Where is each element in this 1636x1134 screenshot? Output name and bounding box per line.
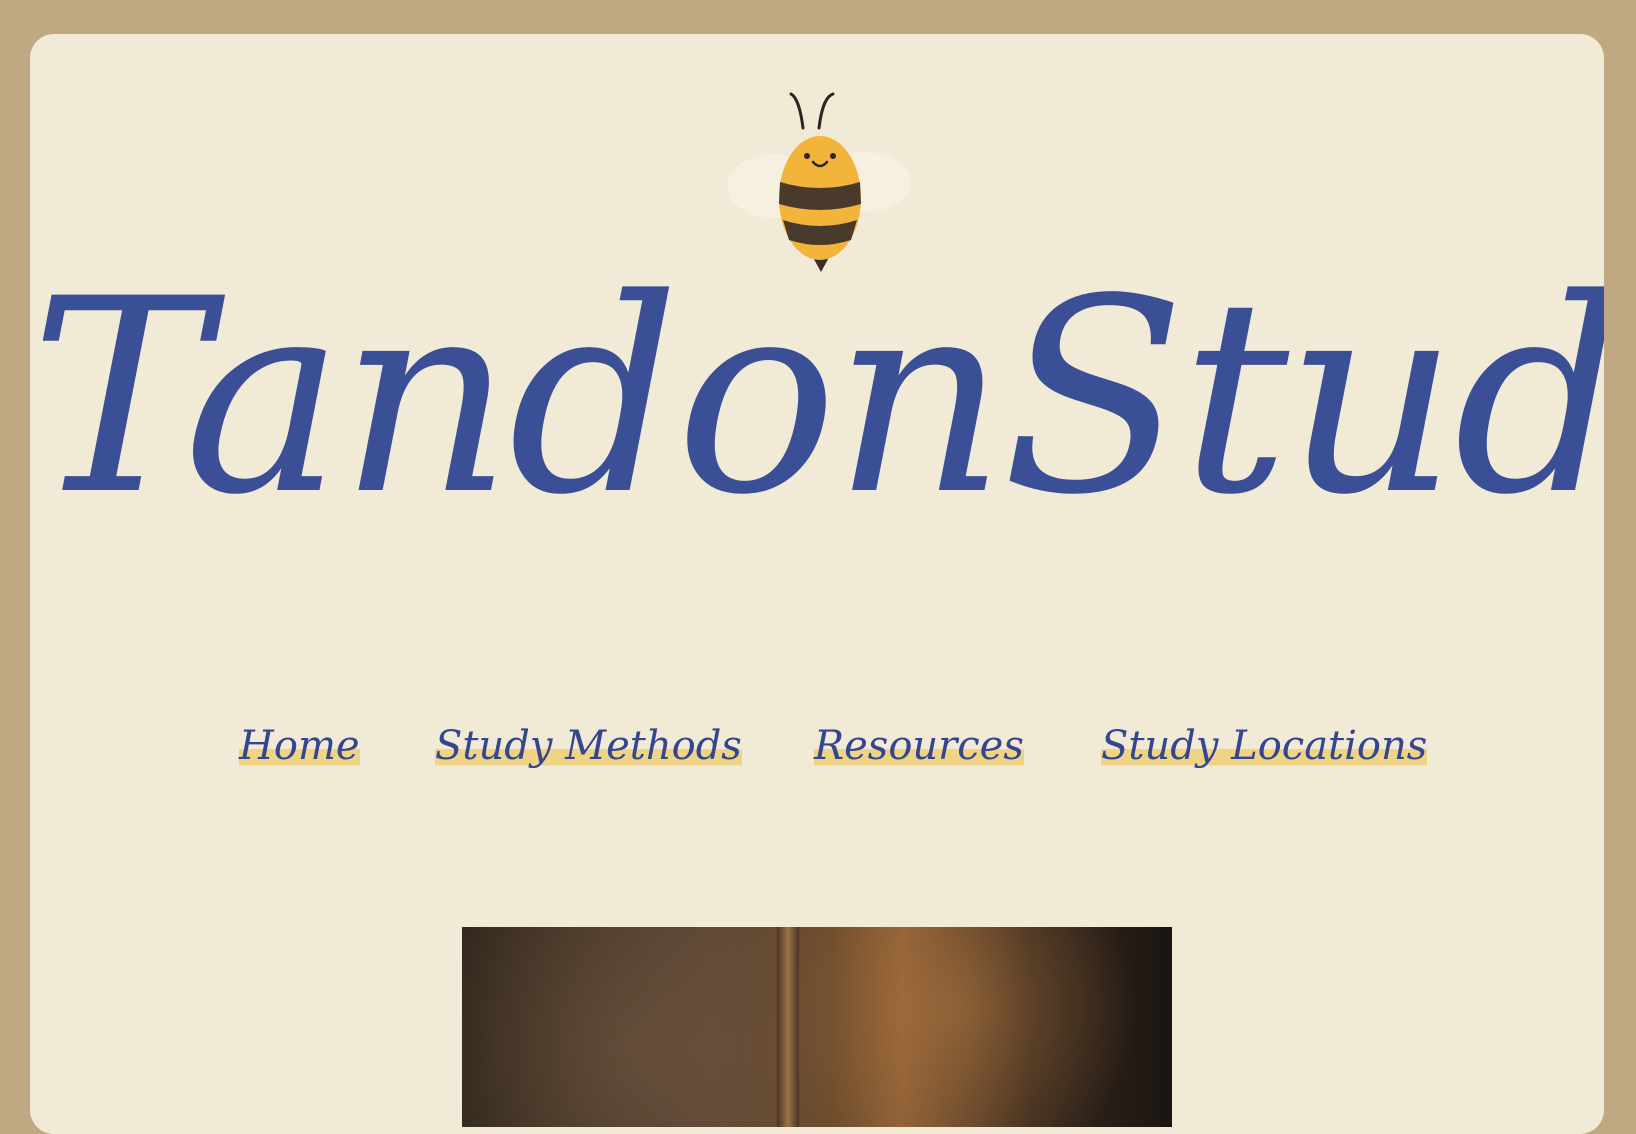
site-title: TandonStudy [30,242,1604,554]
nav-item-study-locations[interactable]: Study Locations [1101,718,1428,774]
nav-item-resources[interactable]: Resources [814,718,1024,774]
main-nav: Home Study Methods Resources Study Locat… [30,718,1604,778]
nav-item-study-methods[interactable]: Study Methods [435,718,742,774]
hero-image-post [777,927,799,1127]
hero-image-shading [462,927,1172,1127]
nav-item-home[interactable]: Home [239,718,360,774]
page-card: TandonStudy Home Study Methods Resources… [30,34,1604,1134]
hero-image [462,927,1172,1127]
